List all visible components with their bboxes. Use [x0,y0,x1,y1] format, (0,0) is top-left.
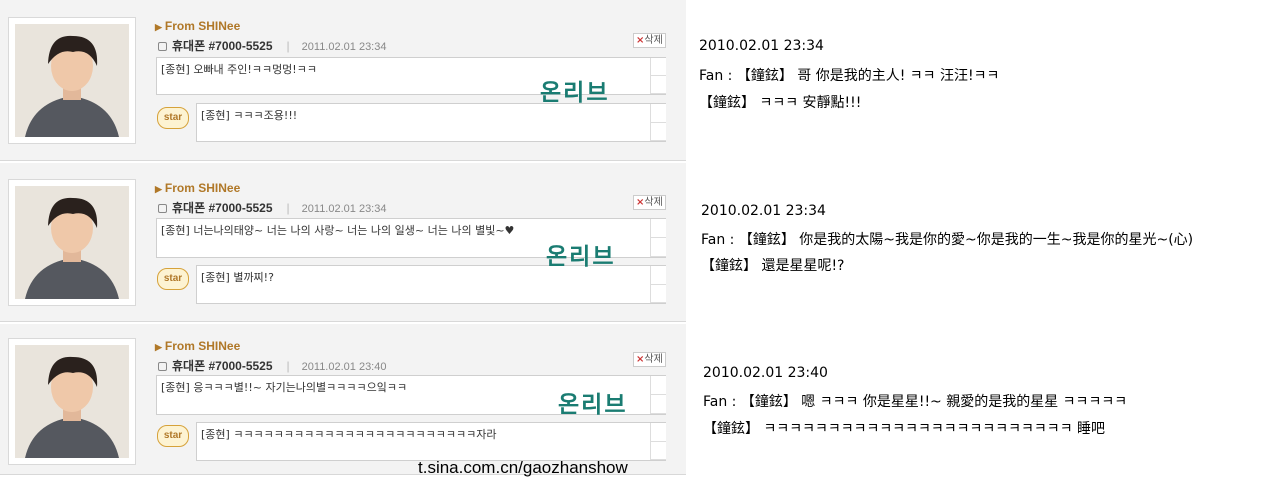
phone-number: #7000-5525 [208,39,273,53]
post-panel: ▶ From SHINee 휴대폰 #7000-5525 | 2011.02.01 2… [0,163,686,322]
from-label: ▶ From SHINee [155,19,241,33]
translation-reply-line: 【鐘鉉】 還是星星呢!? [701,258,845,274]
author: 휴대폰 [172,359,206,373]
translation-fan-line: Fan : 【鐘鉉】 嗯 ㅋㅋㅋ 你是星星!!~ 親愛的是我的星星 ㅋㅋㅋㅋㅋ [703,394,1128,410]
post-panel: ▶ From SHINee 휴대폰 #7000-5525 | 2011.02.01 2… [0,324,686,475]
profile-photo [8,338,136,465]
lock-icon [158,204,167,214]
delete-button[interactable]: ×삭제 [633,352,666,367]
from-label: ▶ From SHINee [155,181,241,195]
source-watermark: t.sina.com.cn/gaozhanshow [418,458,628,477]
lock-icon [158,42,167,52]
profile-photo [8,17,136,144]
reply-box: [종현] ㅋㅋㅋㅋㅋㅋㅋㅋㅋㅋㅋㅋㅋㅋㅋㅋㅋㅋㅋㅋㅋㅋㅋㅋ자라 [196,422,666,461]
scrollbar[interactable] [650,376,666,414]
watermark: 온리브 [558,392,628,418]
translation-date: 2010.02.01 23:40 [703,365,828,381]
message-header: 휴대폰 #7000-5525 | 2011.02.01 23:40 [158,357,386,374]
phone-number: #7000-5525 [208,201,273,215]
phone-number: #7000-5525 [208,359,273,373]
scrollbar[interactable] [650,423,666,460]
post-panel: ▶ From SHINee 휴대폰 #7000-5525 | 2011.02.01 2… [0,0,686,161]
star-icon: star [157,107,189,129]
screenshot-panels: ▶ From SHINee 휴대폰 #7000-5525 | 2011.02.01 2… [0,0,686,483]
translation-fan-line: Fan : 【鐘鉉】 你是我的太陽~我是你的愛~你是我的一生~我是你的星光~(心… [701,232,1194,248]
scrollbar[interactable] [650,219,666,257]
watermark: 온리브 [546,244,616,270]
delete-button[interactable]: ×삭제 [633,33,666,48]
post-date: 2011.02.01 23:34 [301,41,387,53]
scrollbar[interactable] [650,58,666,94]
star-icon: star [157,268,189,290]
translation-fan-line: Fan : 【鐘鉉】 哥 你是我的主人! ㅋㅋ 汪汪!ㅋㅋ [699,68,1000,84]
translation-reply-line: 【鐘鉉】 ㅋㅋㅋㅋㅋㅋㅋㅋㅋㅋㅋㅋㅋㅋㅋㅋㅋㅋㅋㅋㅋㅋㅋㅋ 睡吧 [703,421,1106,437]
translation-date: 2010.02.01 23:34 [701,203,826,219]
post-date: 2011.02.01 23:34 [301,203,387,215]
scrollbar[interactable] [650,266,666,303]
scrollbar[interactable] [650,104,666,141]
message-header: 휴대폰 #7000-5525 | 2011.02.01 23:34 [158,37,386,54]
translation-date: 2010.02.01 23:34 [699,38,824,54]
from-label: ▶ From SHINee [155,339,241,353]
translation-reply-line: 【鐘鉉】 ㅋㅋㅋ 安靜點!!! [699,95,862,111]
message-header: 휴대폰 #7000-5525 | 2011.02.01 23:34 [158,199,386,216]
author: 휴대폰 [172,201,206,215]
author: 휴대폰 [172,39,206,53]
reply-box: [종현] ㅋㅋㅋ조용!!! [196,103,666,142]
post-date: 2011.02.01 23:40 [301,361,387,373]
watermark: 온리브 [540,80,610,106]
lock-icon [158,362,167,372]
profile-photo [8,179,136,306]
delete-button[interactable]: ×삭제 [633,195,666,210]
star-icon: star [157,425,189,447]
